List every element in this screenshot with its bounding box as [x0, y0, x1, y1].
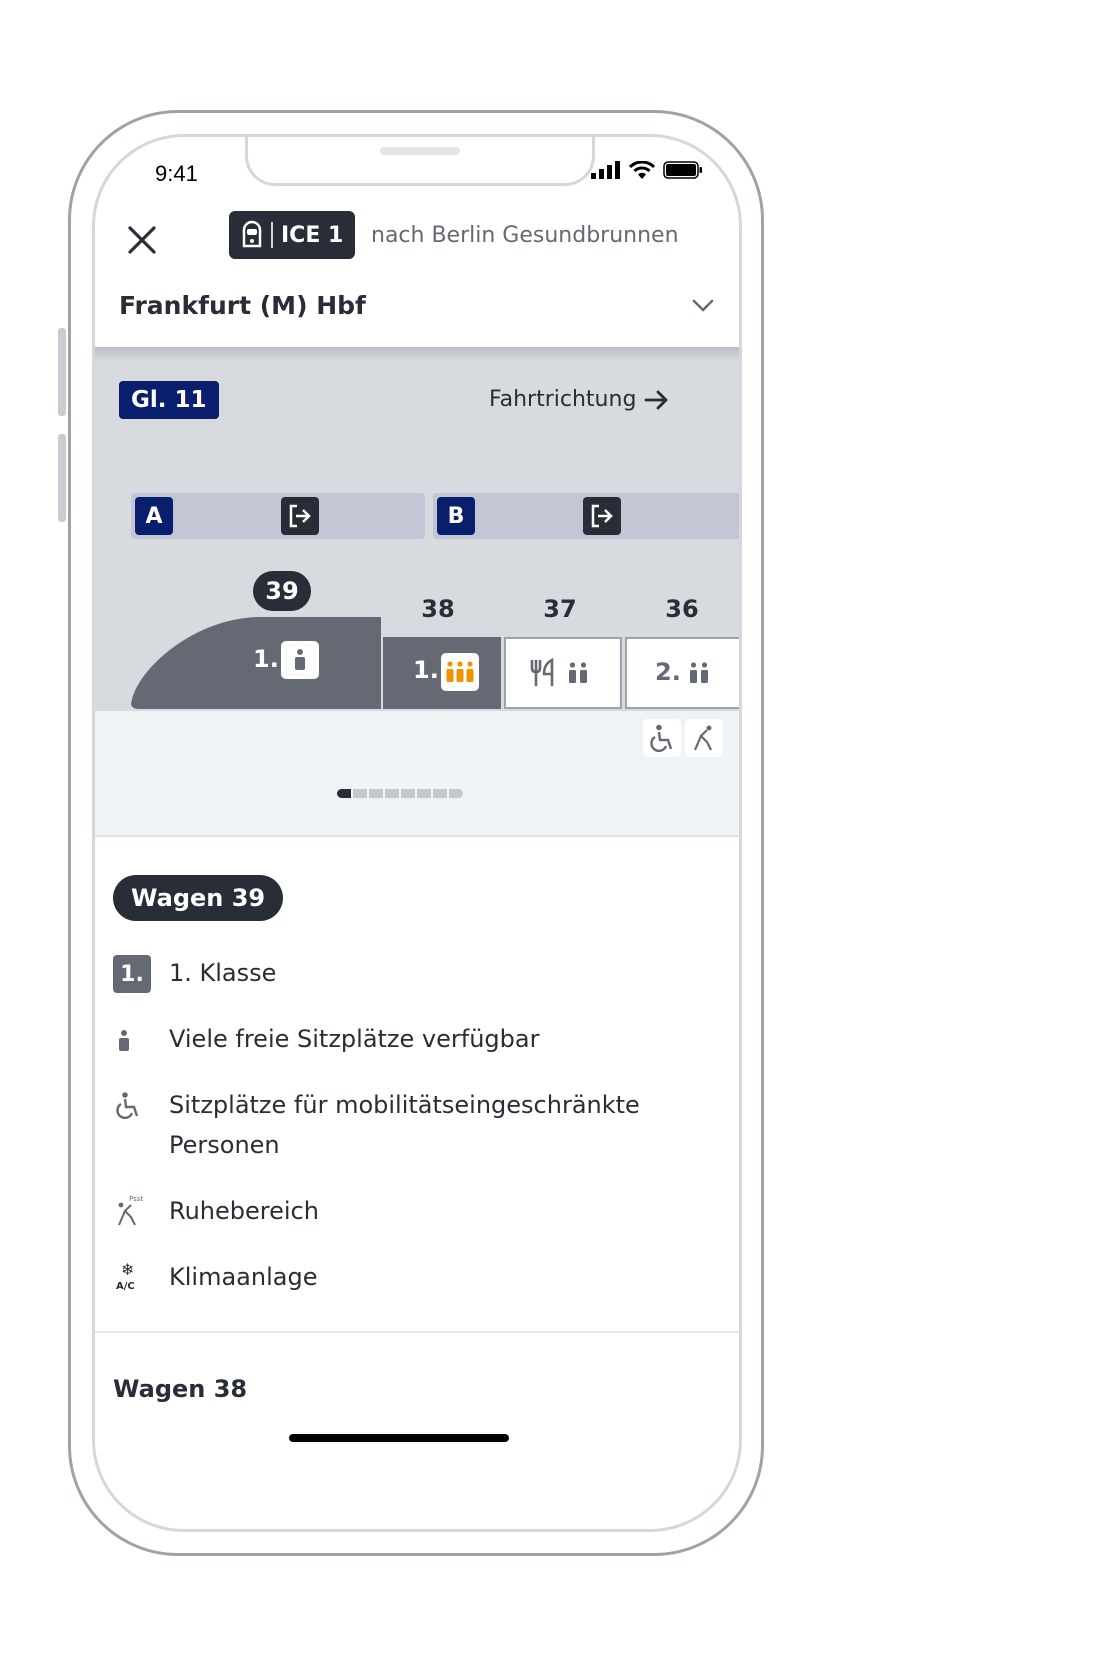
wagon-38-class: 1.	[413, 656, 439, 684]
occupancy-low-icon	[119, 1030, 129, 1051]
train-type: ICE 1	[281, 222, 344, 248]
phone-mute-button	[58, 328, 66, 416]
feature-text: 1. Klasse	[169, 959, 277, 987]
occupancy-medium-icon	[690, 662, 708, 683]
battery-icon	[663, 161, 702, 179]
wagon-36-class: 2.	[655, 658, 681, 686]
destination: nach Berlin Gesundbrunnen	[371, 223, 679, 248]
exit-icon	[583, 497, 621, 535]
wheelchair-icon	[116, 1092, 139, 1120]
wheelchair-icon	[643, 719, 681, 757]
divider	[95, 1331, 739, 1333]
track-badge: Gl. 11	[119, 381, 219, 419]
exit-icon	[281, 497, 319, 535]
sector-letter-a: A	[135, 497, 173, 535]
station-selector[interactable]: Frankfurt (M) Hbf	[95, 277, 739, 347]
restaurant-icon	[530, 658, 554, 686]
feature-text: Viele freie Sitzplätze verfügbar	[169, 1025, 540, 1053]
header-shadow	[95, 347, 739, 361]
status-time: 9:41	[155, 161, 198, 186]
wagon-number-36[interactable]: 36	[657, 595, 707, 623]
sector-b: B	[433, 493, 739, 539]
feature-text: Klimaanlage	[169, 1263, 318, 1291]
occupancy-low-icon	[281, 641, 319, 679]
train-scroll-indicator[interactable]	[337, 789, 463, 798]
wagon-36[interactable]: 2.	[625, 637, 739, 709]
phone-screen: 9:41 ICE 1 nach Berlin Gesundbrunnen Fra…	[92, 134, 742, 1532]
station-name: Frankfurt (M) Hbf	[119, 291, 366, 320]
feature-wheelchair: Sitzplätze für mobilitätseingeschränkte …	[113, 1085, 669, 1165]
occupancy-medium-icon	[569, 662, 587, 683]
wagon-number-37[interactable]: 37	[535, 595, 585, 623]
train-badge: ICE 1	[229, 211, 356, 259]
wagon-39-class: 1.	[253, 645, 279, 673]
wagon-number-39[interactable]: 39	[253, 571, 311, 611]
feature-quiet-zone: Psst Ruhebereich	[113, 1191, 669, 1231]
air-conditioning-icon-text: A/C	[116, 1281, 135, 1292]
wagon-39[interactable]: 1.	[131, 615, 381, 709]
air-conditioning-icon: ❄ A/C	[116, 1260, 135, 1292]
speaker	[380, 147, 460, 155]
status-icons	[591, 161, 703, 179]
ice-train-icon	[242, 220, 262, 248]
feature-text: Ruhebereich	[169, 1197, 319, 1225]
sector-a: A	[131, 493, 425, 539]
first-class-badge: 1.	[120, 961, 144, 987]
chevron-down-icon[interactable]	[691, 297, 715, 313]
first-class-icon: 1.	[113, 955, 151, 993]
occupancy-high-icon	[441, 653, 479, 691]
feature-air-conditioning: ❄ A/C Klimaanlage	[113, 1257, 669, 1297]
sector-letter-b: B	[437, 497, 475, 535]
home-indicator[interactable]	[289, 1434, 509, 1442]
wagon-38[interactable]: 1.	[383, 637, 501, 709]
svg-text:❄: ❄	[121, 1260, 134, 1279]
quiet-zone-icon: Psst	[118, 1195, 143, 1226]
next-wagon-title: Wagen 38	[113, 1375, 248, 1403]
phone-volume-button	[58, 434, 66, 522]
feature-occupancy: Viele freie Sitzplätze verfügbar	[113, 1019, 669, 1059]
wifi-icon	[629, 161, 655, 179]
feature-text: Sitzplätze für mobilitätseingeschränkte …	[169, 1091, 640, 1159]
close-icon[interactable]	[125, 223, 159, 257]
direction-label: Fahrtrichtung	[489, 387, 670, 412]
arrow-right-icon	[645, 390, 668, 409]
direction-text: Fahrtrichtung	[489, 387, 637, 412]
badge-separator	[271, 222, 273, 248]
quiet-zone-icon-text: Psst	[129, 1195, 143, 1203]
wagon-37[interactable]	[504, 637, 622, 709]
feature-first-class: 1. 1. Klasse	[113, 953, 669, 993]
wagon-detail-title: Wagen 39	[113, 875, 284, 921]
wagon-number-38[interactable]: 38	[413, 595, 463, 623]
notch	[245, 137, 595, 186]
signal-icon	[591, 161, 620, 179]
quiet-zone-icon	[685, 719, 723, 757]
